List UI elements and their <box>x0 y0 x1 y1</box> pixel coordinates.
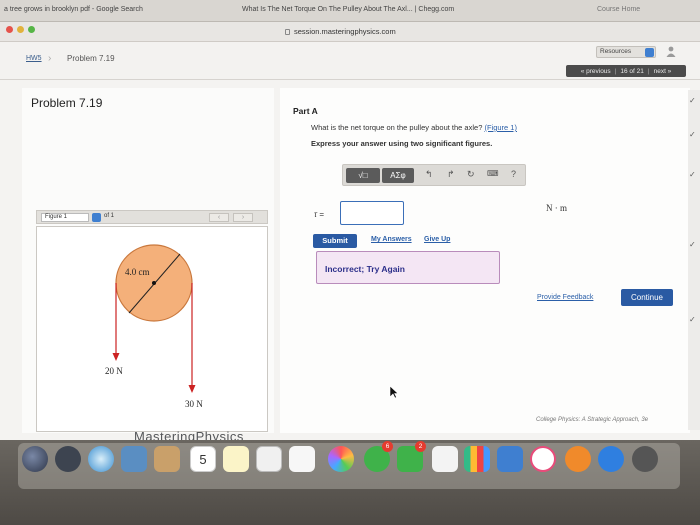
textbook-banner: College Physics: A Strategic Approach, 3… <box>536 417 649 423</box>
messages-icon[interactable]: 6 <box>364 441 393 472</box>
help-button[interactable]: ? <box>511 169 516 179</box>
check-icon: ✓ <box>689 130 696 139</box>
breadcrumb-hw5[interactable]: HW5 <box>26 55 42 62</box>
axle-point <box>152 281 156 285</box>
problem-title: Problem 7.19 <box>31 96 103 110</box>
submit-button[interactable]: Submit <box>313 234 357 248</box>
answer-symbol: τ = <box>314 210 324 219</box>
feedback-text: Incorrect; Try Again <box>325 264 405 274</box>
calendar-icon[interactable]: 5 <box>190 446 216 472</box>
mastering-header: HW5 › Problem 7.19 Resources « previous … <box>0 42 700 80</box>
math-toolbar: √□ ΑΣφ ↰ ↱ ↻ ⌨ ? <box>342 164 526 186</box>
resources-dropdown[interactable]: Resources <box>596 46 656 58</box>
pages-icon[interactable] <box>432 446 458 472</box>
radius-label: 4.0 cm <box>125 267 150 277</box>
right-force-label: 30 N <box>185 399 203 409</box>
tab-strip: a tree grows in brooklyn pdf - Google Se… <box>0 0 700 22</box>
lock-icon <box>285 29 290 35</box>
check-icon: ✓ <box>689 240 696 249</box>
address-bar[interactable]: session.masteringphysics.com <box>0 22 700 42</box>
person-icon[interactable] <box>666 46 676 57</box>
instruction-text: Express your answer using two significan… <box>311 139 493 148</box>
greek-symbols-button[interactable]: ΑΣφ <box>382 168 414 183</box>
siri-icon[interactable] <box>22 446 48 472</box>
problem-navigation: « previous | 16 of 21 | next » <box>566 65 686 77</box>
breadcrumb-problem: Problem 7.19 <box>67 54 115 63</box>
photo-booth-icon[interactable] <box>121 446 147 472</box>
masteringphysics-logo: MasteringPhysics <box>134 429 244 440</box>
reminders-icon[interactable] <box>256 446 282 472</box>
browser-window: a tree grows in brooklyn pdf - Google Se… <box>0 0 700 440</box>
figure-toolbar: Figure 1 of 1 ‹ › <box>36 210 268 224</box>
notes-icon[interactable] <box>223 446 249 472</box>
maximize-window-icon[interactable] <box>28 26 35 33</box>
provide-feedback-link[interactable]: Provide Feedback <box>537 294 593 301</box>
feedback-box: Incorrect; Try Again <box>316 251 500 284</box>
answer-input[interactable] <box>340 201 404 225</box>
pulley-diagram: 4.0 cm 20 N 30 N <box>105 244 203 409</box>
minimize-window-icon[interactable] <box>17 26 24 33</box>
figure-prev-button[interactable]: ‹ <box>209 213 229 222</box>
template-button[interactable]: √□ <box>346 168 380 183</box>
close-window-icon[interactable] <box>6 26 13 33</box>
part-a-heading: Part A <box>293 106 318 116</box>
undo-icon[interactable]: ↰ <box>425 169 433 180</box>
figure-next-button[interactable]: › <box>233 213 253 222</box>
tab-google-search[interactable]: a tree grows in brooklyn pdf - Google Se… <box>4 6 143 13</box>
redo-icon[interactable]: ↱ <box>447 169 455 180</box>
system-preferences-icon[interactable] <box>632 446 658 472</box>
left-force-arrowhead <box>112 353 120 361</box>
facetime-icon[interactable]: 2 <box>397 441 426 472</box>
question-text: What is the net torque on the pulley abo… <box>311 123 517 132</box>
mac-dock: 5 6 2 <box>0 440 700 525</box>
photos-share-icon[interactable] <box>289 446 315 472</box>
messages-badge: 6 <box>382 441 393 452</box>
music-icon[interactable] <box>530 446 556 472</box>
right-force-arrowhead <box>188 385 196 393</box>
next-link[interactable]: next » <box>654 68 672 75</box>
url-text[interactable]: session.masteringphysics.com <box>285 27 396 36</box>
nav-divider: | <box>614 67 617 75</box>
photos-icon[interactable] <box>328 446 354 472</box>
facetime-badge: 2 <box>415 441 426 452</box>
previous-link[interactable]: « previous <box>581 68 611 75</box>
check-icon: ✓ <box>689 170 696 179</box>
give-up-link[interactable]: Give Up <box>424 236 450 243</box>
left-force-label: 20 N <box>105 366 123 376</box>
figure-count: of 1 <box>104 213 115 219</box>
reset-icon[interactable]: ↻ <box>467 169 475 180</box>
my-answers-link[interactable]: My Answers <box>371 236 412 243</box>
side-checklist: ✓ ✓ ✓ ✓ ✓ <box>688 90 700 430</box>
mouse-pointer-icon <box>389 385 399 399</box>
check-icon: ✓ <box>689 315 696 324</box>
numbers-icon[interactable] <box>464 446 490 472</box>
breadcrumb-separator-icon: › <box>48 53 52 64</box>
continue-button[interactable]: Continue <box>621 289 673 306</box>
books-icon[interactable] <box>565 446 591 472</box>
figure-link[interactable]: (Figure 1) <box>484 123 517 132</box>
figure-select-arrow-icon[interactable] <box>92 213 101 222</box>
app-store-icon[interactable] <box>598 446 624 472</box>
problem-position: 16 of 21 <box>620 67 644 75</box>
keyboard-icon[interactable]: ⌨ <box>487 169 499 178</box>
dropdown-arrow-icon <box>645 48 654 57</box>
keynote-icon[interactable] <box>497 446 523 472</box>
tab-chegg[interactable]: What Is The Net Torque On The Pulley Abo… <box>242 6 454 13</box>
window-controls <box>6 26 35 33</box>
launchpad-icon[interactable] <box>55 446 81 472</box>
tab-course-home[interactable]: Course Home <box>597 6 640 13</box>
answer-panel: Part A What is the net torque on the pul… <box>280 88 690 433</box>
nav-divider: | <box>647 67 650 75</box>
figure-panel: 4.0 cm 20 N 30 N <box>36 226 268 432</box>
contacts-icon[interactable] <box>154 446 180 472</box>
check-icon: ✓ <box>689 96 696 105</box>
answer-unit: N · m <box>546 203 567 213</box>
figure-select[interactable]: Figure 1 <box>41 213 89 222</box>
safari-icon[interactable] <box>88 446 114 472</box>
